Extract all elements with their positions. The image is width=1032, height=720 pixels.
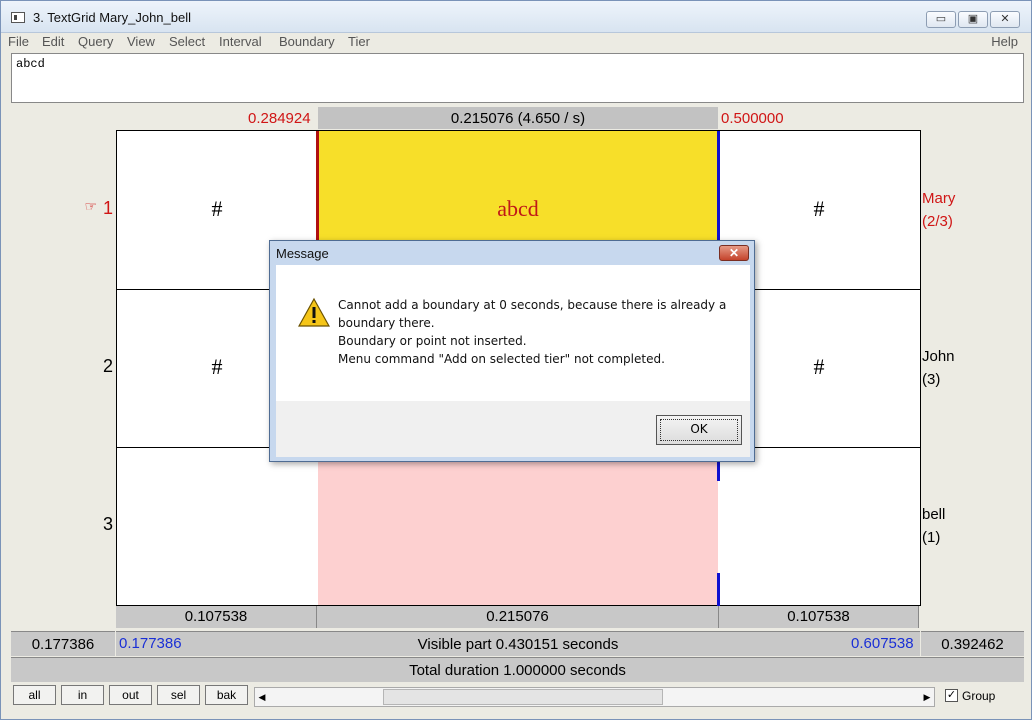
close-window-button[interactable]: ✕ <box>990 11 1020 28</box>
minimize-button[interactable]: ▭ <box>926 11 956 28</box>
cursor-marker <box>717 573 720 606</box>
duration-middle[interactable]: 0.215076 <box>317 606 719 628</box>
menu-file[interactable]: File <box>8 34 29 49</box>
tier1-number[interactable]: 1 <box>97 198 113 219</box>
duration-left[interactable]: 0.107538 <box>116 606 317 628</box>
zoom-back-button[interactable]: bak <box>205 685 248 705</box>
maximize-button[interactable]: ▣ <box>958 11 988 28</box>
tier3-count: (1) <box>922 529 941 546</box>
dialog-message-line: Boundary or point not inserted. <box>338 334 527 348</box>
interval-text-field[interactable]: abcd <box>11 53 1024 103</box>
tier2-count: (3) <box>922 371 941 388</box>
tier1-interval-right-text[interactable]: # <box>719 196 919 222</box>
menu-select[interactable]: Select <box>169 34 205 49</box>
cursor-marker <box>717 459 720 481</box>
dialog-footer: OK <box>276 401 750 457</box>
tier1-interval-left-text[interactable]: # <box>117 196 317 222</box>
menu-bar: File Edit Query View Select Interval Bou… <box>2 33 1030 53</box>
title-bar[interactable]: 3. TextGrid Mary_John_bell ▭ ▣ ✕ <box>1 1 1031 33</box>
ok-button[interactable]: OK <box>656 415 742 445</box>
zoom-in-button[interactable]: in <box>61 685 104 705</box>
tier1-name-label[interactable]: Mary (2/3) <box>922 187 955 233</box>
selection-duration-label[interactable]: 0.215076 (4.650 / s) <box>318 107 718 129</box>
dialog-close-button[interactable]: ✕ <box>719 245 749 261</box>
selection-start-time: 0.284924 <box>248 110 311 127</box>
window-title: 3. TextGrid Mary_John_bell <box>33 10 192 25</box>
group-checkbox[interactable]: ✓ <box>945 689 958 702</box>
visible-right-outside[interactable]: 0.392462 <box>921 631 1024 656</box>
menu-view[interactable]: View <box>127 34 155 49</box>
duration-right[interactable]: 0.107538 <box>719 606 919 628</box>
menu-edit[interactable]: Edit <box>42 34 64 49</box>
bottom-toolbar: all in out sel bak ◀ ▶ ✓ Group <box>11 685 1024 709</box>
dialog-message-line: boundary there. <box>338 316 435 330</box>
tier3-name: bell <box>922 506 946 523</box>
visible-start-time: 0.177386 <box>119 635 182 652</box>
tier1-name: Mary <box>922 190 956 207</box>
menu-interval[interactable]: Interval <box>219 34 262 49</box>
group-label: Group <box>962 689 996 703</box>
visible-part-label[interactable]: Visible part 0.430151 seconds <box>116 631 920 656</box>
tier1-interval-selected-text[interactable]: abcd <box>318 196 718 222</box>
visible-end-time: 0.607538 <box>851 635 914 652</box>
total-duration-label[interactable]: Total duration 1.000000 seconds <box>11 657 1024 682</box>
app-icon <box>11 12 25 23</box>
dialog-message-line: Cannot add a boundary at 0 seconds, beca… <box>338 298 727 312</box>
zoom-all-button[interactable]: all <box>13 685 56 705</box>
dialog-body: Cannot add a boundary at 0 seconds, beca… <box>276 265 750 401</box>
selection-highlight-tier3 <box>318 448 718 605</box>
dialog-title: Message <box>276 246 329 261</box>
dialog-message-line: Menu command "Add on selected tier" not … <box>338 352 665 366</box>
visible-left-outside[interactable]: 0.177386 <box>11 631 115 656</box>
scroll-left-icon[interactable]: ◀ <box>256 688 268 706</box>
menu-boundary[interactable]: Boundary <box>279 34 335 49</box>
tier1-count: (2/3) <box>922 213 953 230</box>
message-dialog: Message ✕ Cannot add a boundary at 0 sec… <box>269 240 755 462</box>
zoom-sel-button[interactable]: sel <box>157 685 200 705</box>
tier3-number[interactable]: 3 <box>97 514 113 535</box>
tier2-name: John <box>922 348 955 365</box>
warning-icon <box>298 297 330 327</box>
tier2-number[interactable]: 2 <box>97 356 113 377</box>
scroll-right-icon[interactable]: ▶ <box>921 688 933 706</box>
scrollbar-thumb[interactable] <box>383 689 663 705</box>
menu-tier[interactable]: Tier <box>348 34 370 49</box>
selection-end-time: 0.500000 <box>721 110 784 127</box>
tier3-name-label[interactable]: bell (1) <box>922 503 945 549</box>
horizontal-scrollbar[interactable]: ◀ ▶ <box>254 687 935 707</box>
menu-query[interactable]: Query <box>78 34 113 49</box>
menu-help[interactable]: Help <box>991 34 1018 49</box>
tier2-name-label[interactable]: John (3) <box>922 345 955 391</box>
zoom-out-button[interactable]: out <box>109 685 152 705</box>
current-tier-pointer-icon: ☞ <box>84 198 97 214</box>
